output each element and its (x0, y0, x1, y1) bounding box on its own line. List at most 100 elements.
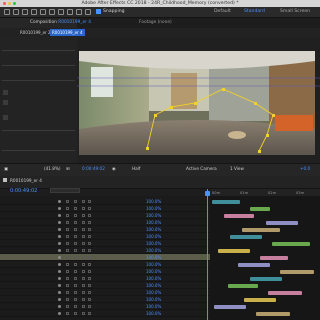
layer-row[interactable] (0, 233, 210, 240)
zoom-tool-icon[interactable] (22, 9, 28, 15)
resolution-dropdown[interactable]: Half (132, 166, 140, 171)
layer-duration-bar[interactable] (230, 235, 262, 239)
layer-switch-checkbox[interactable] (66, 291, 69, 294)
workspace-standard[interactable]: Standard (244, 9, 265, 14)
layer-switch-checkbox[interactable] (66, 235, 69, 238)
layer-switch-checkbox[interactable] (82, 228, 85, 231)
layer-switch-checkbox[interactable] (88, 214, 91, 217)
layer-switch-checkbox[interactable] (74, 305, 77, 308)
layer-row[interactable] (0, 310, 210, 317)
layer-row[interactable] (0, 268, 210, 275)
close-tab-icon[interactable] (3, 178, 7, 182)
pan-behind-tool-icon[interactable] (49, 9, 55, 15)
layer-switch-checkbox[interactable] (66, 221, 69, 224)
layer-duration-bar[interactable] (238, 263, 270, 267)
layer-duration-bar[interactable] (268, 291, 302, 295)
resolution-icon[interactable]: ▣ (4, 166, 8, 171)
layer-stretch-value[interactable]: 100.0% (146, 276, 161, 281)
layer-row[interactable] (0, 198, 210, 205)
timeline-tab[interactable]: R0010199_er 4 (10, 178, 42, 183)
workspace-small-screen[interactable]: Small Screen (280, 9, 310, 14)
visibility-eye-icon[interactable] (58, 312, 61, 315)
layer-switch-checkbox[interactable] (88, 242, 91, 245)
layer-switch-checkbox[interactable] (82, 235, 85, 238)
visibility-eye-icon[interactable] (58, 207, 61, 210)
layer-order-icon[interactable] (3, 115, 8, 120)
layer-switch-checkbox[interactable] (82, 263, 85, 266)
layer-duration-bar[interactable] (260, 256, 288, 260)
layer-switch-checkbox[interactable] (66, 228, 69, 231)
layer-switch-checkbox[interactable] (74, 312, 77, 315)
layer-stretch-value[interactable]: 100.0% (146, 206, 161, 211)
layer-switch-checkbox[interactable] (88, 235, 91, 238)
layer-switch-checkbox[interactable] (66, 242, 69, 245)
layer-switch-checkbox[interactable] (74, 291, 77, 294)
layer-duration-bar[interactable] (266, 221, 298, 225)
layer-switch-checkbox[interactable] (74, 221, 77, 224)
layer-stretch-value[interactable]: 100.0% (146, 311, 161, 316)
layer-switch-checkbox[interactable] (66, 256, 69, 259)
visibility-eye-icon[interactable] (58, 242, 61, 245)
layer-duration-bar[interactable] (244, 298, 276, 302)
layer-switch-checkbox[interactable] (74, 298, 77, 301)
distribute-icon[interactable] (3, 100, 8, 105)
layer-stretch-value[interactable]: 100.0% (146, 290, 161, 295)
layer-switch-checkbox[interactable] (88, 298, 91, 301)
minimize-window-icon[interactable] (8, 2, 11, 5)
subtab-er-4[interactable]: R0010199_er 4 (50, 29, 85, 36)
layer-switch-checkbox[interactable] (66, 284, 69, 287)
layer-row[interactable] (0, 254, 210, 261)
visibility-eye-icon[interactable] (58, 284, 61, 287)
exposure-value[interactable]: +0.0 (300, 166, 310, 171)
visibility-eye-icon[interactable] (58, 298, 61, 301)
layer-switch-checkbox[interactable] (66, 214, 69, 217)
layer-switch-checkbox[interactable] (66, 298, 69, 301)
layer-stretch-value[interactable]: 100.0% (146, 255, 161, 260)
layer-stretch-value[interactable]: 100.0% (146, 269, 161, 274)
visibility-eye-icon[interactable] (58, 228, 61, 231)
layer-switch-checkbox[interactable] (74, 228, 77, 231)
layer-switch-checkbox[interactable] (88, 221, 91, 224)
layer-switch-checkbox[interactable] (66, 312, 69, 315)
layer-duration-bar[interactable] (242, 228, 280, 232)
visibility-eye-icon[interactable] (58, 249, 61, 252)
layer-switch-checkbox[interactable] (82, 207, 85, 210)
layer-duration-bar[interactable] (224, 214, 254, 218)
layer-switch-checkbox[interactable] (88, 270, 91, 273)
layer-switch-checkbox[interactable] (66, 270, 69, 273)
layer-search-input[interactable] (50, 188, 80, 193)
layer-row[interactable] (0, 282, 210, 289)
layer-row[interactable] (0, 219, 210, 226)
layer-switch-checkbox[interactable] (82, 200, 85, 203)
layer-switch-checkbox[interactable] (74, 277, 77, 280)
brush-tool-icon[interactable] (85, 9, 91, 15)
visibility-eye-icon[interactable] (58, 277, 61, 280)
layer-switch-checkbox[interactable] (82, 214, 85, 217)
layer-switch-checkbox[interactable] (88, 284, 91, 287)
layer-switch-checkbox[interactable] (82, 305, 85, 308)
layer-switch-checkbox[interactable] (82, 277, 85, 280)
layer-row[interactable] (0, 226, 210, 233)
playhead-line[interactable] (207, 189, 208, 320)
layer-duration-bar[interactable] (272, 242, 310, 246)
layer-stretch-value[interactable]: 100.0% (146, 199, 161, 204)
layer-switch-checkbox[interactable] (82, 284, 85, 287)
layer-switch-checkbox[interactable] (74, 214, 77, 217)
visibility-eye-icon[interactable] (58, 214, 61, 217)
selection-tool-icon[interactable] (4, 9, 10, 15)
layer-switch-checkbox[interactable] (82, 256, 85, 259)
layer-stretch-value[interactable]: 100.0% (146, 304, 161, 309)
views-dropdown[interactable]: 1 View (230, 166, 244, 171)
timeline-current-time[interactable]: 0:00:49:02 (10, 188, 37, 194)
layer-duration-bar[interactable] (228, 284, 258, 288)
layer-switch-checkbox[interactable] (66, 277, 69, 280)
layer-switch-checkbox[interactable] (82, 291, 85, 294)
zoom-window-icon[interactable] (13, 2, 16, 5)
layer-duration-bar[interactable] (280, 270, 314, 274)
visibility-eye-icon[interactable] (58, 270, 61, 273)
layer-switch-checkbox[interactable] (66, 249, 69, 252)
footage-tab[interactable]: Footage (none) (139, 19, 172, 26)
layer-switch-checkbox[interactable] (88, 277, 91, 280)
layer-switch-checkbox[interactable] (82, 221, 85, 224)
layer-switch-checkbox[interactable] (74, 235, 77, 238)
